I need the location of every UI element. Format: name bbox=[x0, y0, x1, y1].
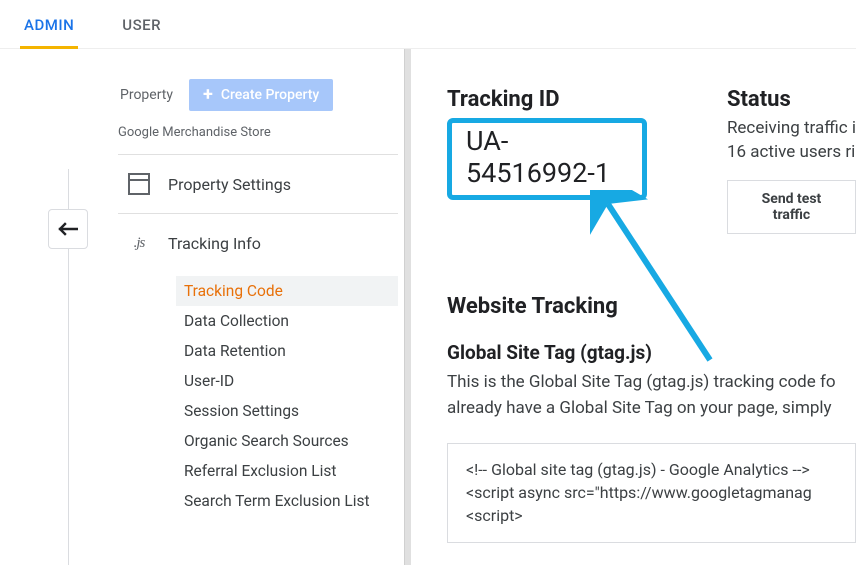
back-arrow-icon bbox=[58, 222, 78, 236]
code-line-2: <script async src="https://www.googletag… bbox=[466, 481, 837, 504]
create-property-button[interactable]: + Create Property bbox=[189, 79, 333, 111]
gtag-desc-1: This is the Global Site Tag (gtag.js) tr… bbox=[447, 370, 856, 396]
nav-tracking-info-label: Tracking Info bbox=[168, 234, 261, 253]
sub-session-settings[interactable]: Session Settings bbox=[176, 396, 398, 426]
tracking-id-heading: Tracking ID bbox=[447, 87, 647, 112]
status-line-2: 16 active users ri bbox=[727, 142, 856, 162]
sub-data-collection[interactable]: Data Collection bbox=[176, 306, 398, 336]
status-line-1: Receiving traffic i bbox=[727, 118, 856, 138]
sub-data-retention[interactable]: Data Retention bbox=[176, 336, 398, 366]
gtag-desc-2: already have a Global Site Tag on your p… bbox=[447, 396, 856, 422]
nav-tracking-info[interactable]: .js Tracking Info bbox=[118, 214, 398, 272]
status-heading: Status bbox=[727, 87, 856, 112]
nav-property-settings[interactable]: Property Settings bbox=[118, 155, 398, 214]
js-icon: .js bbox=[128, 232, 150, 254]
property-name[interactable]: Google Merchandise Store bbox=[118, 125, 398, 155]
sub-search-term-exclusion[interactable]: Search Term Exclusion List bbox=[176, 486, 398, 516]
nav-property-settings-label: Property Settings bbox=[168, 175, 291, 194]
sub-organic-search[interactable]: Organic Search Sources bbox=[176, 426, 398, 456]
back-button[interactable] bbox=[48, 209, 88, 249]
property-label: Property bbox=[120, 87, 173, 103]
gtag-heading: Global Site Tag (gtag.js) bbox=[447, 341, 856, 364]
sub-referral-exclusion[interactable]: Referral Exclusion List bbox=[176, 456, 398, 486]
sub-user-id[interactable]: User-ID bbox=[176, 366, 398, 396]
plus-icon: + bbox=[203, 86, 213, 104]
code-line-1: <!-- Global site tag (gtag.js) - Google … bbox=[466, 458, 837, 481]
code-line-3: <script> bbox=[466, 504, 837, 527]
sub-tracking-code[interactable]: Tracking Code bbox=[176, 276, 398, 306]
tab-admin[interactable]: ADMIN bbox=[20, 10, 78, 49]
create-property-label: Create Property bbox=[221, 87, 319, 103]
tracking-id-value: UA-54516992-1 bbox=[447, 118, 647, 200]
tab-user[interactable]: USER bbox=[118, 10, 165, 48]
panel-divider[interactable] bbox=[404, 49, 411, 565]
settings-square-icon bbox=[128, 173, 150, 195]
website-tracking-heading: Website Tracking bbox=[447, 294, 856, 319]
code-snippet-box[interactable]: <!-- Global site tag (gtag.js) - Google … bbox=[447, 443, 856, 543]
send-test-traffic-button[interactable]: Send test traffic bbox=[727, 180, 856, 234]
